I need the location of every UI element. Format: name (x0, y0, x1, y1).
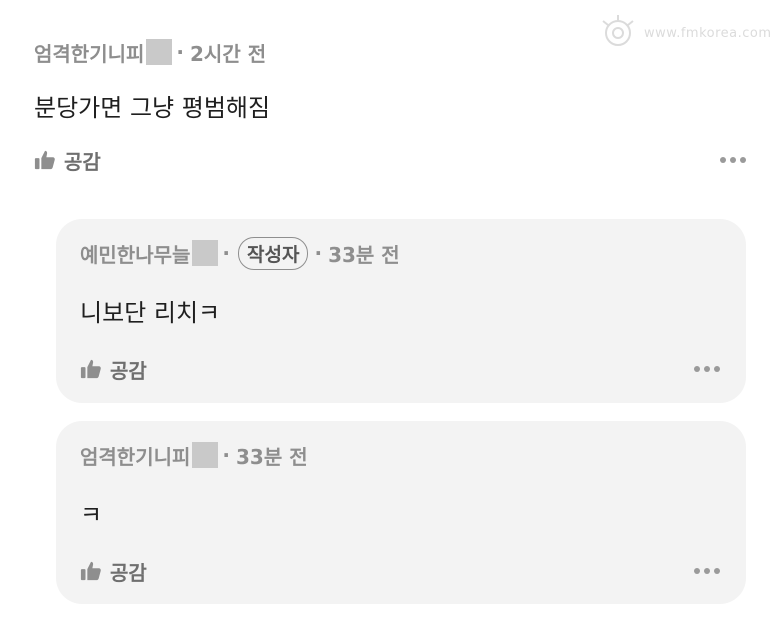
comment-time: 2시간 전 (190, 41, 267, 66)
thumbs-up-icon (34, 150, 55, 170)
more-options-icon[interactable] (694, 360, 720, 378)
comment-actions: 공감 (34, 144, 746, 176)
comment: 엄격한기니피 · 2시간 전 분당가면 그냥 평범해짐 공감 (34, 34, 746, 176)
like-button[interactable]: 공감 (80, 355, 147, 384)
author-name-mask (146, 39, 173, 65)
reply-actions: 공감 (80, 353, 720, 385)
author-name-mask (192, 240, 219, 266)
author-name-mask (192, 442, 219, 468)
meta-separator: · (176, 40, 185, 64)
thumbs-up-icon (80, 359, 101, 379)
more-options-icon[interactable] (720, 151, 746, 169)
comment-author[interactable]: 엄격한기니피 (34, 38, 144, 67)
reply-text: 니보단 리치ㅋ (80, 299, 221, 327)
reply-actions: 공감 (80, 555, 720, 587)
meta-separator: · (222, 241, 231, 265)
reply: 예민한나무늘 · 작성자 · 33분 전 니보단 리치ㅋ 공감 (56, 219, 746, 403)
comment-text: 분당가면 그냥 평범해짐 (34, 94, 271, 122)
like-label: 공감 (110, 560, 147, 585)
reply-text: ㅋ (80, 501, 103, 529)
meta-separator: · (314, 241, 323, 265)
reply-time: 33분 전 (328, 242, 400, 267)
like-label: 공감 (110, 358, 147, 383)
comment-meta: 엄격한기니피 · 2시간 전 (34, 34, 746, 70)
reply: 엄격한기니피 · 33분 전 ㅋ 공감 (56, 421, 746, 604)
like-button[interactable]: 공감 (34, 146, 101, 175)
reply-meta: 예민한나무늘 · 작성자 · 33분 전 (80, 235, 720, 271)
reply-meta: 엄격한기니피 · 33분 전 (80, 437, 720, 473)
reply-author[interactable]: 엄격한기니피 (80, 441, 190, 470)
like-label: 공감 (64, 149, 101, 174)
reply-time: 33분 전 (236, 444, 308, 469)
meta-separator: · (222, 443, 231, 467)
like-button[interactable]: 공감 (80, 557, 147, 586)
thumbs-up-icon (80, 561, 101, 581)
more-options-icon[interactable] (694, 562, 720, 580)
reply-author[interactable]: 예민한나무늘 (80, 239, 190, 268)
author-badge: 작성자 (238, 236, 309, 270)
